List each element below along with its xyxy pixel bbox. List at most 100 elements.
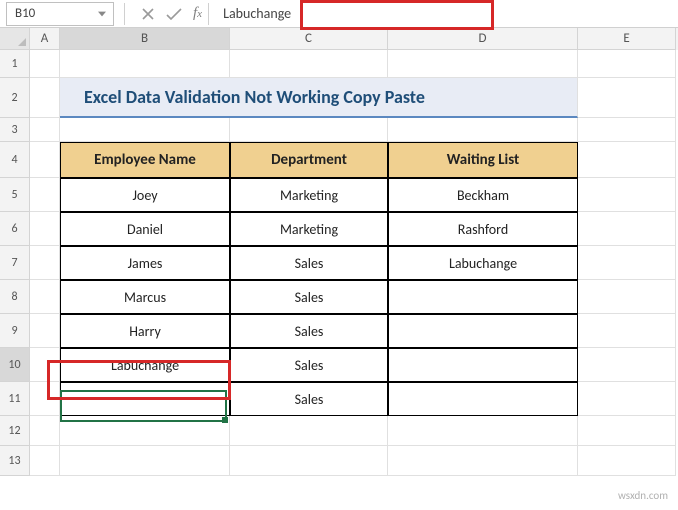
- cell[interactable]: [578, 78, 676, 118]
- cell-department[interactable]: Sales: [230, 280, 388, 314]
- cell-waiting[interactable]: Labuchange: [388, 246, 578, 280]
- cell[interactable]: [30, 382, 60, 416]
- row-header[interactable]: 1: [0, 50, 30, 78]
- row-header[interactable]: 12: [0, 416, 30, 446]
- row-header[interactable]: 7: [0, 246, 30, 280]
- cell[interactable]: [30, 280, 60, 314]
- column-header-B[interactable]: B: [60, 28, 230, 50]
- table-header[interactable]: Department: [230, 142, 388, 178]
- cell-waiting[interactable]: Beckham: [388, 178, 578, 212]
- cell[interactable]: [60, 416, 230, 446]
- cell[interactable]: [30, 78, 60, 118]
- cell[interactable]: [60, 446, 230, 476]
- cell[interactable]: [230, 118, 388, 142]
- cell[interactable]: [578, 50, 676, 78]
- cell-employee[interactable]: Joey: [60, 178, 230, 212]
- row-header[interactable]: 11: [0, 382, 30, 416]
- cell-waiting[interactable]: [388, 348, 578, 382]
- column-headers: A B C D E: [0, 28, 678, 50]
- grid-row: 4 Employee Name Department Waiting List: [0, 142, 678, 178]
- cell[interactable]: [30, 212, 60, 246]
- cell[interactable]: [60, 118, 230, 142]
- cell[interactable]: [60, 50, 230, 78]
- grid-row: 3: [0, 118, 678, 142]
- cell[interactable]: [578, 446, 676, 476]
- cell[interactable]: [30, 142, 60, 178]
- cell[interactable]: [578, 178, 676, 212]
- cell-employee[interactable]: Marcus: [60, 280, 230, 314]
- cell[interactable]: [388, 416, 578, 446]
- formula-input[interactable]: Labuchange: [213, 3, 678, 25]
- row-header[interactable]: 2: [0, 78, 30, 118]
- row-header[interactable]: 3: [0, 118, 30, 142]
- table-header[interactable]: Employee Name: [60, 142, 230, 178]
- cell[interactable]: [30, 446, 60, 476]
- cell[interactable]: [388, 50, 578, 78]
- cell-department[interactable]: Sales: [230, 348, 388, 382]
- cell[interactable]: [30, 314, 60, 348]
- cell[interactable]: [230, 50, 388, 78]
- row-header[interactable]: 5: [0, 178, 30, 212]
- cell[interactable]: [578, 118, 676, 142]
- row-header[interactable]: 9: [0, 314, 30, 348]
- column-header-E[interactable]: E: [578, 28, 676, 50]
- row-header[interactable]: 4: [0, 142, 30, 178]
- row-header[interactable]: 8: [0, 280, 30, 314]
- cell-department[interactable]: Marketing: [230, 178, 388, 212]
- grid-row: 1: [0, 50, 678, 78]
- cell[interactable]: [388, 446, 578, 476]
- grid-row: 13: [0, 446, 678, 476]
- cell[interactable]: [578, 212, 676, 246]
- fx-icon[interactable]: fx: [187, 5, 208, 22]
- cell[interactable]: [30, 118, 60, 142]
- cell[interactable]: [388, 118, 578, 142]
- name-box-value: B10: [15, 6, 35, 21]
- cell-department[interactable]: Sales: [230, 246, 388, 280]
- cell-department[interactable]: Marketing: [230, 212, 388, 246]
- name-box[interactable]: B10: [6, 2, 114, 26]
- table-header[interactable]: Waiting List: [388, 142, 578, 178]
- cell-department[interactable]: Sales: [230, 314, 388, 348]
- table-row: 8 Marcus Sales: [0, 280, 678, 314]
- cell-employee[interactable]: James: [60, 246, 230, 280]
- cell[interactable]: [230, 416, 388, 446]
- separator: [208, 3, 209, 25]
- row-header[interactable]: 10: [0, 348, 30, 382]
- enter-button[interactable]: [161, 3, 187, 25]
- cell[interactable]: [578, 314, 676, 348]
- cell-waiting[interactable]: [388, 382, 578, 416]
- cell-employee[interactable]: Harry: [60, 314, 230, 348]
- cell-employee[interactable]: [60, 382, 230, 416]
- column-header-D[interactable]: D: [388, 28, 578, 50]
- cell[interactable]: [578, 382, 676, 416]
- select-all-corner[interactable]: [0, 28, 30, 50]
- cell[interactable]: [578, 142, 676, 178]
- cancel-button[interactable]: [135, 3, 161, 25]
- row-header[interactable]: 6: [0, 212, 30, 246]
- cell-waiting[interactable]: [388, 280, 578, 314]
- name-box-dropdown-icon[interactable]: [95, 7, 109, 21]
- cell-waiting[interactable]: [388, 314, 578, 348]
- table-row: 9 Harry Sales: [0, 314, 678, 348]
- cell[interactable]: [30, 246, 60, 280]
- cell[interactable]: [30, 50, 60, 78]
- cell[interactable]: [30, 416, 60, 446]
- cell[interactable]: [578, 416, 676, 446]
- cell-waiting[interactable]: Rashford: [388, 212, 578, 246]
- cell[interactable]: [230, 446, 388, 476]
- column-header-C[interactable]: C: [230, 28, 388, 50]
- cell-employee[interactable]: Labuchange: [60, 348, 230, 382]
- page-title: Excel Data Validation Not Working Copy P…: [84, 86, 425, 108]
- cell[interactable]: [578, 280, 676, 314]
- title-cell[interactable]: Excel Data Validation Not Working Copy P…: [60, 78, 578, 118]
- cell-employee[interactable]: Daniel: [60, 212, 230, 246]
- cell[interactable]: [578, 348, 676, 382]
- row-header[interactable]: 13: [0, 446, 30, 476]
- cell-department[interactable]: Sales: [230, 382, 388, 416]
- column-header-A[interactable]: A: [30, 28, 60, 50]
- cell[interactable]: [578, 246, 676, 280]
- separator: [124, 3, 125, 25]
- cell[interactable]: [30, 178, 60, 212]
- cell[interactable]: [30, 348, 60, 382]
- formula-input-value: Labuchange: [223, 5, 291, 22]
